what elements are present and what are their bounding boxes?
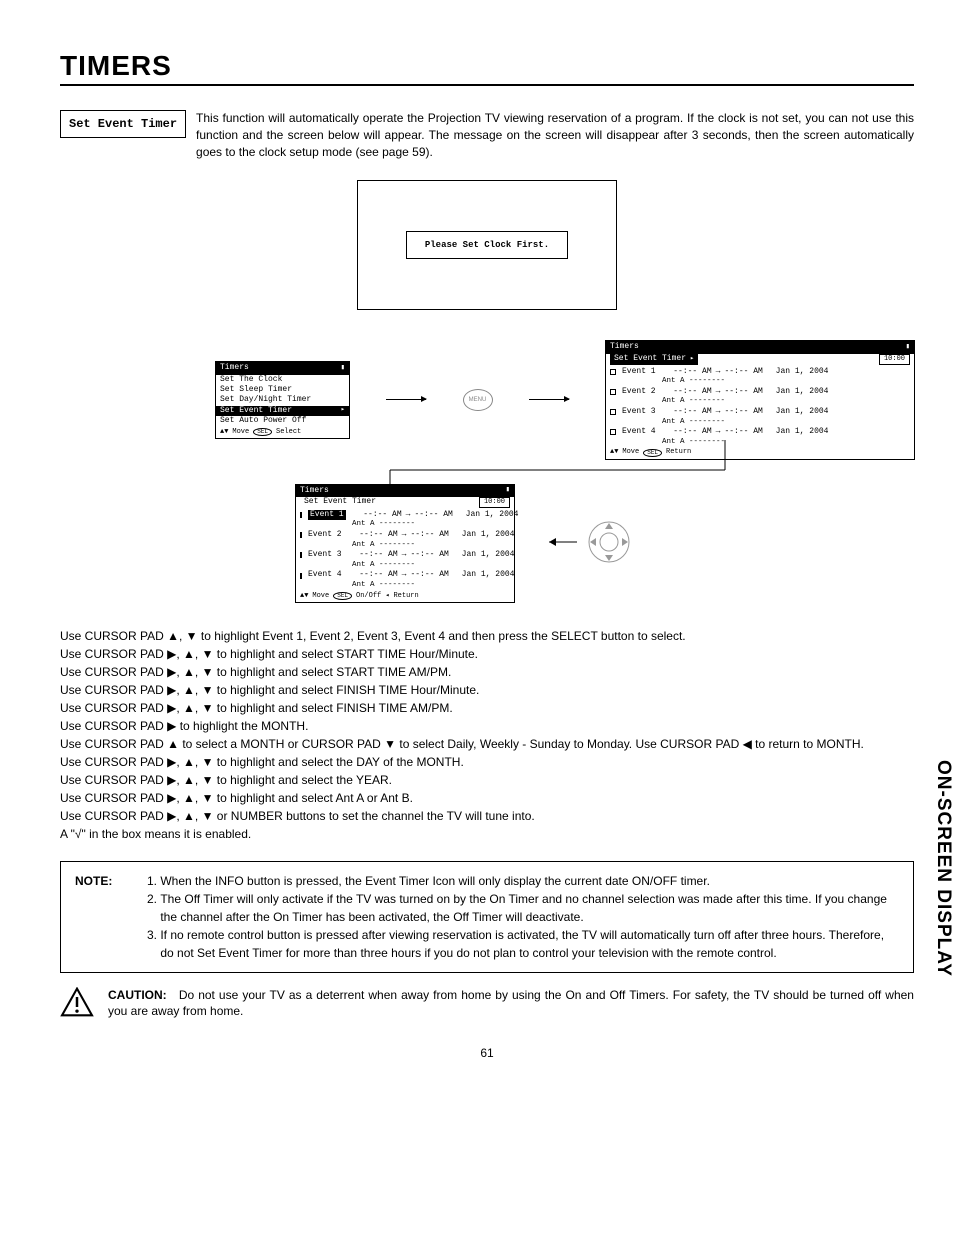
menu-item: Set Sleep Timer: [216, 385, 349, 395]
cursor-pad-icon: [549, 512, 669, 572]
note-item: When the INFO button is pressed, the Eve…: [160, 872, 896, 890]
instruction-line: Use CURSOR PAD ▶, ▲, ▼ or NUMBER buttons…: [60, 807, 914, 825]
clock-value: 10:00: [879, 354, 910, 365]
timers-menu: Timers▮ Set The Clock Set Sleep Timer Se…: [215, 361, 350, 438]
instruction-line: Use CURSOR PAD ▶, ▲, ▼ to highlight and …: [60, 771, 914, 789]
instruction-line: Use CURSOR PAD ▲ to select a MONTH or CU…: [60, 735, 914, 753]
instruction-line: Use CURSOR PAD ▶, ▲, ▼ to highlight and …: [60, 663, 914, 681]
caution-label: CAUTION:: [108, 988, 167, 1002]
events-menu-title: Timers: [300, 486, 329, 496]
menu-footer: ▲▼Move SELSelect: [216, 427, 349, 438]
events-menu-title: Timers: [610, 342, 639, 352]
events-menu-bottom: Timers▮ Set Event Timer 10:00 Event 1 --…: [295, 484, 515, 603]
note-item: The Off Timer will only activate if the …: [160, 890, 896, 926]
timers-menu-title: Timers: [220, 363, 249, 373]
instruction-line: Use CURSOR PAD ▲, ▼ to highlight Event 1…: [60, 627, 914, 645]
menus-row: Timers▮ Set The Clock Set Sleep Timer Se…: [215, 340, 915, 459]
menu-item: Set Auto Power Off: [216, 416, 349, 426]
instruction-line: Use CURSOR PAD ▶, ▲, ▼ to highlight and …: [60, 645, 914, 663]
clock-value: 10:00: [479, 497, 510, 508]
menu-item-highlighted: Set Event Timer: [220, 406, 292, 416]
events-subtitle: Set Event Timer: [300, 497, 376, 507]
instruction-line: A "√" in the box means it is enabled.: [60, 825, 914, 843]
intro-text: This function will automatically operate…: [196, 110, 914, 160]
menu-item: Set Day/Night Timer: [216, 395, 349, 405]
instruction-line: Use CURSOR PAD ▶, ▲, ▼ to highlight and …: [60, 789, 914, 807]
page-title: TIMERS: [60, 50, 914, 86]
section-label: Set Event Timer: [60, 110, 186, 138]
connector-lines: [155, 0, 855, 200]
instruction-line: Use CURSOR PAD ▶, ▲, ▼ to highlight and …: [60, 681, 914, 699]
side-tab: ON-SCREEN DISPLAY: [932, 760, 954, 977]
menu-footer: ▲▼Move SELReturn: [606, 447, 914, 458]
note-item: If no remote control button is pressed a…: [160, 926, 896, 962]
instructions-list: Use CURSOR PAD ▲, ▼ to highlight Event 1…: [60, 627, 914, 843]
arrow-right-icon: [386, 399, 426, 400]
events-menu-top: Timers▮ Set Event Timer▸ 10:00 Event 1 -…: [605, 340, 915, 459]
warning-icon: [60, 987, 94, 1017]
instruction-line: Use CURSOR PAD ▶ to highlight the MONTH.: [60, 717, 914, 735]
menu-footer: ▲▼Move SELOn/Off ◂Return: [296, 591, 514, 602]
menu-item: Set The Clock: [216, 375, 349, 385]
instruction-line: Use CURSOR PAD ▶, ▲, ▼ to highlight and …: [60, 699, 914, 717]
clock-first-message: Please Set Clock First.: [406, 231, 568, 259]
caution-row: CAUTION: Do not use your TV as a deterre…: [60, 987, 914, 1021]
note-label: NOTE:: [75, 872, 135, 890]
arrow-right-icon: [529, 399, 569, 400]
caution-text: Do not use your TV as a deterrent when a…: [108, 988, 914, 1019]
page-number: 61: [60, 1046, 914, 1060]
menu-button: MENU: [463, 389, 493, 411]
clock-first-screen: Please Set Clock First.: [357, 180, 617, 310]
note-box: NOTE: When the INFO button is pressed, t…: [60, 861, 914, 973]
events-subtitle: Set Event Timer: [614, 354, 686, 364]
instruction-line: Use CURSOR PAD ▶, ▲, ▼ to highlight and …: [60, 753, 914, 771]
